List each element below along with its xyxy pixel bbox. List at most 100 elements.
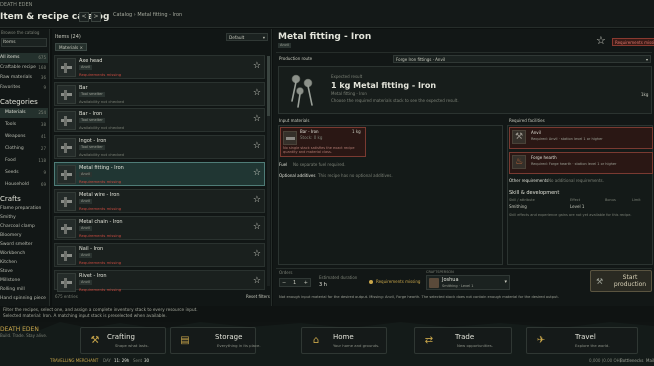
- crafter-name: Joshua: [442, 277, 459, 283]
- nav-button-sub: Everything in its place.: [217, 343, 261, 348]
- item-card[interactable]: Nail - Iron Anvil Requirements missing ☆: [54, 243, 265, 267]
- sort-select[interactable]: Default ▾: [226, 33, 268, 41]
- item-card[interactable]: Metal chain - Iron Anvil Requirements miss…: [54, 216, 265, 240]
- sidebar-category[interactable]: Household 69: [0, 180, 48, 190]
- breadcrumb: Catalog › Metal fitting - Iron: [113, 12, 183, 18]
- facility-sub: Required: Forge hearth · station level 1…: [531, 162, 617, 166]
- input-note: No single stack satisfies the exact reci…: [283, 146, 355, 154]
- increment-button[interactable]: +: [304, 279, 308, 287]
- requirements-badge: Requirements missing: [612, 38, 654, 46]
- mail-link[interactable]: Mail: [646, 355, 654, 366]
- duration-label: Estimated duration: [319, 275, 358, 280]
- item-status: Availability not checked: [79, 152, 125, 157]
- items-scrollbar[interactable]: [267, 56, 270, 286]
- filter-chip[interactable]: Materials ×: [55, 43, 88, 51]
- item-card[interactable]: Metal wire - Iron Anvil Requirements missi…: [54, 189, 265, 213]
- result-hint: Choose the required materials stack to s…: [331, 98, 459, 103]
- sidebar-craft[interactable]: Stove: [0, 268, 48, 276]
- reset-filters-link[interactable]: Reset filters: [246, 294, 270, 300]
- back-button[interactable]: <: [79, 12, 89, 22]
- item-tag: Anvil: [79, 65, 92, 70]
- nav-travel-button[interactable]: ✈ Travel Explore the world.: [526, 327, 638, 354]
- sidebar-category[interactable]: Materials 254: [0, 108, 48, 118]
- favorite-star-icon[interactable]: ☆: [596, 34, 606, 47]
- nav-trade-button[interactable]: ⇄ Trade New opportunities.: [414, 327, 512, 354]
- facility-name: Anvil: [531, 130, 541, 135]
- item-card[interactable]: Bar - Iron Tool smelter Availability not c…: [54, 108, 265, 132]
- sidebar-craft[interactable]: Workbench: [0, 250, 48, 258]
- skill-effect: Level 1: [570, 204, 585, 209]
- sidebar-item-count: 675: [38, 55, 46, 60]
- category-label: Tools: [5, 122, 17, 127]
- nav-storage-button[interactable]: ▤ Storage Everything in its place.: [170, 327, 261, 354]
- scrollbar-thumb[interactable]: [267, 56, 270, 116]
- sidebar-item-favorites[interactable]: Favorites 9: [0, 83, 48, 93]
- sidebar-craft[interactable]: Hand spinning piece: [0, 295, 48, 303]
- chevron-down-icon: ▾: [504, 279, 507, 285]
- star-icon[interactable]: ☆: [253, 222, 261, 232]
- item-icon: [57, 58, 76, 77]
- brand-subtitle: Build. Trade. Stay alive.: [0, 333, 48, 338]
- item-status: Requirements missing: [79, 233, 122, 238]
- item-tag: Anvil: [79, 172, 92, 177]
- star-icon[interactable]: ☆: [253, 88, 261, 98]
- sidebar-category[interactable]: Seeds 9: [0, 168, 48, 178]
- item-icon: [57, 111, 76, 130]
- item-card[interactable]: Bar Tool smelter Availability not checked ☆: [54, 82, 265, 106]
- decrement-button[interactable]: −: [282, 279, 286, 287]
- sidebar-craft[interactable]: Kitchen: [0, 259, 48, 267]
- item-card[interactable]: Ingot - Iron Tool smelter Availability not…: [54, 135, 265, 159]
- bottlenecks-link[interactable]: Bottlenecks: [620, 355, 644, 366]
- sidebar-craft[interactable]: Smithy: [0, 214, 48, 222]
- sidebar-item-label: All items: [0, 55, 20, 60]
- orders-stepper[interactable]: − 1 +: [279, 278, 311, 287]
- star-icon[interactable]: ☆: [253, 249, 261, 259]
- item-thumbnail: [61, 90, 72, 100]
- items-header: Items (24): [55, 34, 81, 40]
- sidebar-category[interactable]: Clothing 27: [0, 144, 48, 154]
- crafter-select[interactable]: Joshua Smithing · Level 1 ▾: [426, 275, 510, 290]
- star-icon[interactable]: ☆: [253, 195, 261, 205]
- item-status: Requirements missing: [79, 260, 122, 265]
- status-gold: 0,000 (0.00 OH): [589, 358, 622, 363]
- skill-col: Limit: [632, 198, 641, 202]
- nav-home-button[interactable]: ⌂ Home Your home and grounds.: [301, 327, 387, 354]
- sidebar-craft[interactable]: Sword smelter: [0, 241, 48, 249]
- item-tag: Anvil: [79, 199, 92, 204]
- facilities-label: Required facilities: [509, 118, 545, 123]
- sidebar-craft[interactable]: Bloomery: [0, 232, 48, 240]
- forward-button[interactable]: >: [91, 12, 101, 22]
- sidebar-craft[interactable]: Rolling mill: [0, 286, 48, 294]
- sidebar-craft[interactable]: Flame preparation: [0, 205, 48, 213]
- item-tag: Tool smelter: [79, 92, 105, 97]
- category-label: Household: [5, 182, 29, 187]
- star-icon[interactable]: ☆: [253, 61, 261, 71]
- item-card[interactable]: Axe head Anvil Requirements missing ☆: [54, 55, 265, 79]
- nav-button-title: Home: [333, 333, 354, 341]
- star-icon[interactable]: ☆: [253, 114, 261, 124]
- nav-crafting-button[interactable]: ⚒ Crafting Shape what lasts.: [80, 327, 166, 354]
- sidebar-item-craftable[interactable]: Craftable recipe 168: [0, 63, 48, 73]
- sidebar-search-input[interactable]: Items: [1, 38, 47, 47]
- item-card[interactable]: Metal fitting - Iron Anvil Requirements mi…: [54, 162, 265, 186]
- star-icon[interactable]: ☆: [253, 168, 261, 178]
- item-name: Metal wire - Iron: [79, 192, 120, 198]
- sidebar-item-raw[interactable]: Raw materials 36: [0, 73, 48, 83]
- item-name: Metal fitting - Iron: [79, 165, 124, 171]
- star-icon[interactable]: ☆: [253, 276, 261, 286]
- sidebar-category[interactable]: Weapons 41: [0, 132, 48, 142]
- sidebar-craft[interactable]: Charcoal clamp: [0, 223, 48, 231]
- sidebar-item-all[interactable]: All items 675: [0, 53, 48, 63]
- forge-icon: ♨: [512, 155, 526, 169]
- item-tag: Anvil: [79, 226, 92, 231]
- sidebar-category[interactable]: Food 118: [0, 156, 48, 166]
- optional-additives-value: This recipe has no optional additives.: [318, 173, 393, 178]
- item-icon: [57, 165, 76, 184]
- item-thumbnail: [61, 197, 72, 207]
- item-card[interactable]: Rivet - Iron Anvil Requirements missing ☆: [54, 270, 265, 292]
- star-icon[interactable]: ☆: [253, 141, 261, 151]
- sidebar-category[interactable]: Tools 38: [0, 120, 48, 130]
- route-select[interactable]: Forge Iron fittings · Anvil ▾: [393, 55, 651, 63]
- start-production-button[interactable]: ⚒ Start production: [590, 270, 652, 292]
- sidebar-craft[interactable]: Millstone: [0, 277, 48, 285]
